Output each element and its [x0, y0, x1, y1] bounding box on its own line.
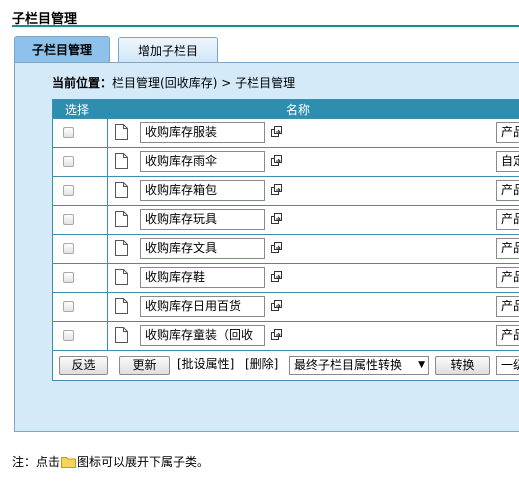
- tab-subcategory-manage[interactable]: 子栏目管理: [14, 36, 110, 63]
- column-divider: [107, 264, 108, 292]
- table-row: 收购库存雨伞 自定: [53, 147, 519, 176]
- column-divider: [107, 293, 108, 321]
- category-type-select[interactable]: 产品: [496, 238, 519, 259]
- breadcrumb-path: 栏目管理(回收库存) > 子栏目管理: [112, 76, 296, 90]
- category-type-select[interactable]: 产品: [496, 122, 519, 143]
- document-icon: [115, 298, 128, 317]
- copy-icon[interactable]: [271, 155, 282, 169]
- category-name-input[interactable]: 收购库存日用百货: [140, 296, 265, 317]
- row-checkbox[interactable]: [63, 301, 74, 312]
- breadcrumb-label: 当前位置：: [52, 76, 113, 90]
- category-type-select[interactable]: 产品: [496, 267, 519, 288]
- table-row: 收购库存服装 产品: [53, 118, 519, 147]
- category-name-input[interactable]: 收购库存服装: [140, 122, 265, 143]
- row-checkbox[interactable]: [63, 243, 74, 254]
- level-select-value: 一级: [501, 358, 519, 372]
- row-checkbox[interactable]: [63, 127, 74, 138]
- copy-icon[interactable]: [271, 126, 282, 140]
- table-row: 收购库存箱包 产品: [53, 176, 519, 205]
- note-suffix: 图标可以展开下属子类。: [77, 455, 210, 469]
- category-name-input[interactable]: 收购库存文具: [140, 238, 265, 259]
- category-type-select[interactable]: 产品: [496, 209, 519, 230]
- document-icon: [115, 269, 128, 288]
- category-name-input[interactable]: 收购库存玩具: [140, 209, 265, 230]
- delete-link[interactable]: [删除]: [245, 356, 278, 373]
- column-divider: [107, 148, 108, 176]
- document-icon: [115, 211, 128, 230]
- header-select: 选择: [65, 103, 90, 117]
- column-divider: [107, 177, 108, 205]
- category-name-input[interactable]: 收购库存童装（回收: [140, 325, 265, 346]
- invert-selection-button[interactable]: 反选: [59, 356, 108, 375]
- breadcrumb: 当前位置：栏目管理(回收库存) > 子栏目管理: [52, 74, 295, 91]
- document-icon: [115, 182, 128, 201]
- category-type-select[interactable]: 产品: [496, 296, 519, 317]
- copy-icon[interactable]: [271, 242, 282, 256]
- column-divider: [107, 235, 108, 263]
- table-row: 收购库存日用百货 产品: [53, 292, 519, 321]
- table-footer: 反选 更新 [批设属性] [删除] 最终子栏目属性转换 ▼ 转换 一级: [53, 350, 519, 380]
- help-note: 注：点击 图标可以展开下属子类。: [12, 453, 209, 471]
- table-row: 收购库存玩具 产品: [53, 205, 519, 234]
- copy-icon[interactable]: [271, 300, 282, 314]
- column-divider: [107, 322, 108, 350]
- header-name: 名称: [286, 103, 311, 117]
- copy-icon[interactable]: [271, 184, 282, 198]
- category-name-input[interactable]: 收购库存雨伞: [140, 151, 265, 172]
- document-icon: [115, 124, 128, 143]
- category-name-input[interactable]: 收购库存箱包: [140, 180, 265, 201]
- table-row: 收购库存童装（回收 产品: [53, 321, 519, 350]
- document-icon: [115, 240, 128, 259]
- table-header: 选择 名称: [53, 100, 519, 118]
- batch-attribute-link[interactable]: [批设属性]: [177, 356, 234, 373]
- row-checkbox[interactable]: [63, 330, 74, 341]
- convert-attribute-value: 最终子栏目属性转换: [294, 358, 403, 372]
- column-divider: [107, 206, 108, 234]
- convert-attribute-select[interactable]: 最终子栏目属性转换 ▼: [289, 356, 429, 375]
- table-row: 收购库存文具 产品: [53, 234, 519, 263]
- copy-icon[interactable]: [271, 271, 282, 285]
- dropdown-arrow-icon: ▼: [418, 360, 425, 370]
- copy-icon[interactable]: [271, 329, 282, 343]
- category-type-select[interactable]: 自定: [496, 151, 519, 172]
- row-checkbox[interactable]: [63, 185, 74, 196]
- copy-icon[interactable]: [271, 213, 282, 227]
- title-divider: [12, 25, 519, 27]
- document-icon: [115, 153, 128, 172]
- column-divider: [107, 119, 108, 147]
- category-name-input[interactable]: 收购库存鞋: [140, 267, 265, 288]
- category-type-select[interactable]: 产品: [496, 325, 519, 346]
- convert-button[interactable]: 转换: [435, 356, 490, 375]
- document-icon: [115, 327, 128, 346]
- folder-icon: [61, 456, 77, 471]
- subcategory-table: 选择 名称 收购库存服装产品收购库存雨伞自定收购库存箱包产品收购库存玩具产品收购…: [52, 99, 519, 381]
- table-row: 收购库存鞋 产品: [53, 263, 519, 292]
- row-checkbox[interactable]: [63, 272, 74, 283]
- note-prefix: 注：点击: [12, 455, 61, 469]
- level-select[interactable]: 一级: [496, 356, 519, 375]
- update-button[interactable]: 更新: [119, 356, 170, 375]
- tab-add-subcategory[interactable]: 增加子栏目: [118, 37, 218, 63]
- row-checkbox[interactable]: [63, 214, 74, 225]
- row-checkbox[interactable]: [63, 156, 74, 167]
- category-type-select[interactable]: 产品: [496, 180, 519, 201]
